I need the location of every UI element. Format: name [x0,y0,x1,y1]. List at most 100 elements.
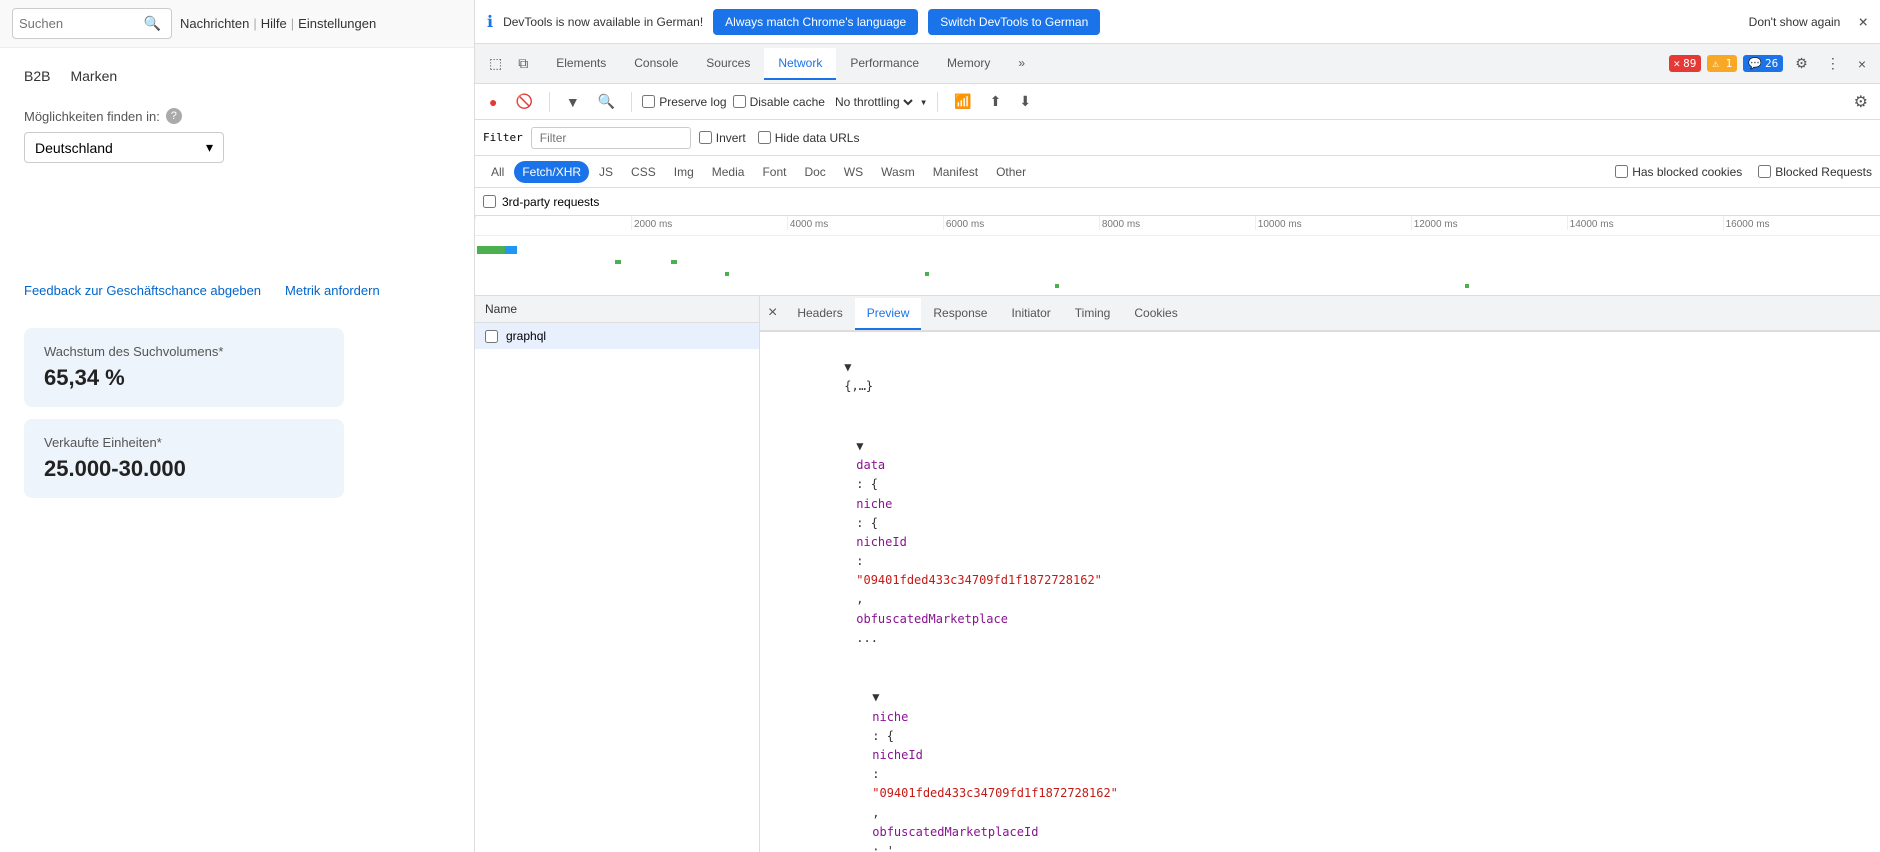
dismiss-text[interactable]: Don't show again [1749,15,1841,29]
type-js[interactable]: JS [591,161,621,183]
info-icon: ℹ [487,12,493,31]
close-devtools-icon[interactable]: × [1852,52,1872,76]
type-wasm[interactable]: Wasm [873,161,923,183]
blocked-requests-label[interactable]: Blocked Requests [1758,165,1872,179]
json-niche[interactable]: ▼ niche : { nicheId : "09401fded433c3470… [764,668,1876,852]
marken-link[interactable]: Marken [70,68,117,84]
wifi-icon[interactable]: 📶 [948,89,977,114]
blocked-requests-checkbox[interactable] [1758,165,1771,178]
chevron-icon: ▾ [920,95,927,109]
detail-tab-initiator[interactable]: Initiator [999,298,1062,330]
preserve-log-label[interactable]: Preserve log [642,95,726,109]
clear-button[interactable]: 🚫 [509,89,538,114]
switch-german-button[interactable]: Switch DevTools to German [928,9,1100,35]
third-party-checkbox[interactable] [483,195,496,208]
network-settings-icon[interactable]: ⚙ [1850,88,1872,116]
tab-console[interactable]: Console [620,48,692,80]
type-manifest[interactable]: Manifest [925,161,986,183]
tick-2: 4000 ms [787,216,828,230]
detail-tab-timing[interactable]: Timing [1063,298,1123,330]
more-options-icon[interactable]: ⋮ [1820,51,1846,76]
tab-performance[interactable]: Performance [836,48,933,80]
throttle-area: No throttling ▾ [831,94,927,110]
type-media[interactable]: Media [704,161,753,183]
close-notification-icon[interactable]: × [1858,12,1868,31]
disable-cache-checkbox[interactable] [733,95,746,108]
json-root[interactable]: ▼ {,…} [764,338,1876,417]
request-type-bar: All Fetch/XHR JS CSS Img Media Font Doc … [475,156,1880,188]
device-mode-icon[interactable]: ⧉ [512,51,534,76]
search-icon-button[interactable]: 🔍 [140,13,165,34]
record-button[interactable]: ● [483,90,503,114]
nav-nachrichten[interactable]: Nachrichten [180,16,249,31]
invert-checkbox[interactable] [699,131,712,144]
search-input[interactable] [19,16,140,31]
nav-hilfe[interactable]: Hilfe [261,16,287,31]
timeline-ruler: 2000 ms 4000 ms 6000 ms 8000 ms 10000 ms… [475,216,1880,236]
bar-3 [671,260,677,264]
metric-card-2: Verkaufte Einheiten* 25.000-30.000 [24,419,344,498]
b2b-link[interactable]: B2B [24,68,50,84]
preserve-log-checkbox[interactable] [642,95,655,108]
filter-toggle-button[interactable]: ▼ [560,90,586,114]
throttle-select[interactable]: No throttling [831,94,916,110]
tick-7: 14000 ms [1567,216,1614,230]
tab-elements[interactable]: Elements [542,48,620,80]
extra-filters: Has blocked cookies Blocked Requests [1615,165,1872,179]
detail-tab-response[interactable]: Response [921,298,999,330]
type-other[interactable]: Other [988,161,1034,183]
search-box[interactable]: 🔍 [12,8,172,39]
filter-label: Filter [483,131,523,144]
nav-einstellungen[interactable]: Einstellungen [298,16,376,31]
filter-input[interactable] [531,127,691,149]
type-fetch-xhr[interactable]: Fetch/XHR [514,161,589,183]
filter-checkboxes: Invert Hide data URLs [699,131,860,145]
feedback-link[interactable]: Feedback zur Geschäftschance abgeben [24,283,261,298]
search-button[interactable]: 🔍 [592,89,621,114]
tab-icons: ⬚ ⧉ [483,51,534,76]
type-ws[interactable]: WS [836,161,871,183]
network-toolbar: ● 🚫 ▼ 🔍 Preserve log Disable cache No th… [475,84,1880,120]
type-css[interactable]: CSS [623,161,664,183]
hide-data-urls-checkbox[interactable] [758,131,771,144]
tick-1: 2000 ms [631,216,672,230]
detail-tab-preview[interactable]: Preview [855,298,922,330]
tab-sources[interactable]: Sources [692,48,764,80]
find-label: Möglichkeiten finden in: ? [24,108,450,124]
close-details-button[interactable]: × [768,304,777,322]
bar-connect [505,246,517,254]
devtools-panel: ℹ DevTools is now available in German! A… [475,0,1880,852]
chevron-down-icon: ▾ [206,139,213,156]
type-img[interactable]: Img [666,161,702,183]
type-all[interactable]: All [483,161,512,183]
blocked-cookies-checkbox[interactable] [1615,165,1628,178]
upload-button[interactable]: ⬆ [984,89,1008,114]
graphql-checkbox[interactable] [485,330,498,343]
graphql-row[interactable]: graphql [475,323,759,349]
match-language-button[interactable]: Always match Chrome's language [713,9,918,35]
invert-label[interactable]: Invert [699,131,746,145]
filter-bar: Filter Invert Hide data URLs [475,120,1880,156]
inspect-element-icon[interactable]: ⬚ [483,51,508,76]
message-icon: 💬 [1748,57,1762,70]
graphql-name: graphql [506,329,546,343]
tick-3: 6000 ms [943,216,984,230]
download-button[interactable]: ⬇ [1013,89,1037,114]
country-dropdown[interactable]: Deutschland ▾ [24,132,224,163]
detail-tab-cookies[interactable]: Cookies [1122,298,1189,330]
type-doc[interactable]: Doc [796,161,833,183]
settings-icon[interactable]: ⚙ [1789,51,1814,76]
type-font[interactable]: Font [754,161,794,183]
disable-cache-label[interactable]: Disable cache [733,95,825,109]
metric-link[interactable]: Metrik anfordern [285,283,380,298]
blocked-cookies-label[interactable]: Has blocked cookies [1615,165,1742,179]
hide-data-urls-label[interactable]: Hide data URLs [758,131,860,145]
bar-dns [477,246,505,254]
tab-more[interactable]: » [1004,48,1039,80]
json-data[interactable]: ▼ data : { niche : { nicheId : "09401fde… [764,417,1876,668]
tab-network[interactable]: Network [764,48,836,80]
tab-memory[interactable]: Memory [933,48,1004,80]
detail-tab-headers[interactable]: Headers [785,298,854,330]
feedback-links: Feedback zur Geschäftschance abgeben Met… [24,283,450,298]
info-icon[interactable]: ? [166,108,182,124]
